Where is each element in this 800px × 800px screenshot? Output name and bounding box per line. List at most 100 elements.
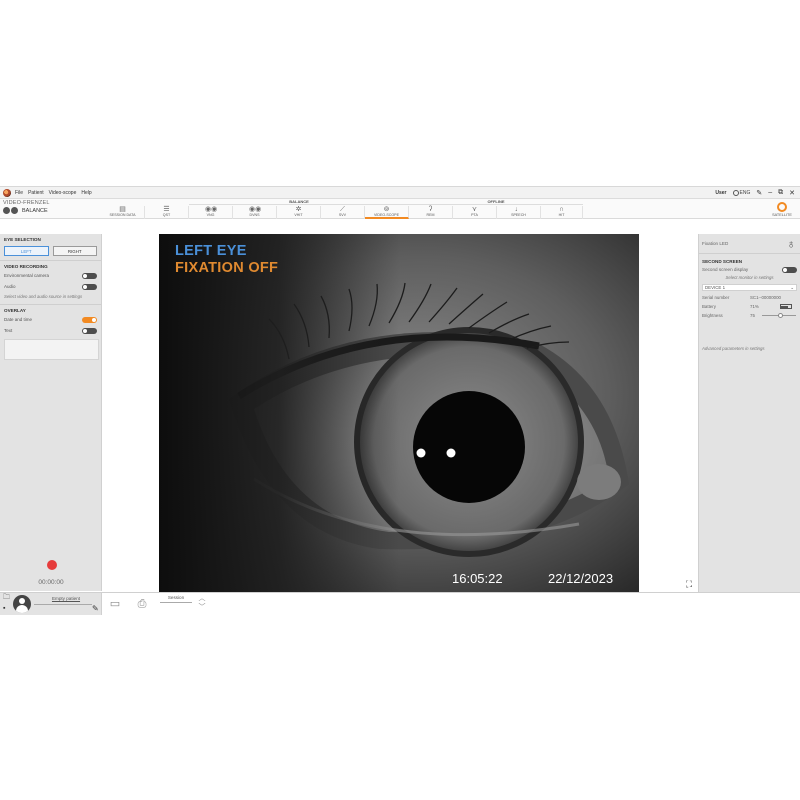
patient-box: 🗀 ▪ Empty patient ✎ (0, 593, 102, 615)
eye-selection-section: EYE SELECTION LEFT RIGHT (0, 234, 101, 261)
microphone-icon: ♩ (515, 206, 522, 213)
brightness-value: 75 (750, 313, 755, 318)
audio-row: Audio (4, 281, 97, 292)
second-screen-row: Second screen display (699, 264, 800, 275)
module-toolbar: VIDEO-FRENZEL BALANCE BALANCE OFFLINE ▤ … (0, 199, 800, 219)
goggles-icon (3, 207, 19, 214)
menu-patient[interactable]: Patient (28, 190, 44, 196)
serial-value: SC1--00000000 (750, 295, 782, 300)
brightness-slider[interactable] (761, 313, 796, 318)
pen-icon[interactable]: ✎ (92, 604, 99, 613)
fixation-led-row: Fixation LED ♁ (699, 234, 800, 254)
printer-icon[interactable]: ⎙ (134, 597, 150, 611)
eye-buttons: LEFT RIGHT (4, 246, 97, 256)
date-time-label: Date and time (4, 317, 33, 322)
fullscreen-icon[interactable]: ⛶ (684, 579, 694, 589)
tab-qst[interactable]: ☰ QST (145, 206, 189, 219)
monitor-hint: Select monitor in settings (725, 275, 774, 280)
overlay-date: 22/12/2023 (548, 571, 614, 586)
chevron-down-icon[interactable]: ﹀ (197, 603, 207, 612)
left-eye-button[interactable]: LEFT (4, 246, 49, 256)
eye-selection-title: EYE SELECTION (4, 237, 41, 242)
advanced-hint: Advanced parameters in settings (702, 346, 765, 351)
second-screen-toggle[interactable] (782, 266, 797, 273)
overlay-time: 16:05:22 (452, 571, 503, 586)
date-time-toggle[interactable] (82, 316, 97, 323)
tab-hit[interactable]: ∩ HIT (541, 206, 583, 219)
list-icon: ☰ (163, 206, 170, 213)
patient-avatar-icon[interactable] (13, 595, 31, 613)
device-select[interactable]: DEVICE 1 ⌄ (702, 284, 797, 291)
tab-vng[interactable]: ◉◉ VNG (189, 206, 233, 219)
satellite-icon (777, 202, 787, 212)
video-recording-title: VIDEO RECORDING (4, 264, 48, 269)
close-button[interactable]: ✕ (789, 189, 795, 197)
tab-svv[interactable]: ⟋ SVV (321, 206, 365, 219)
audio-label: Audio (4, 284, 16, 289)
overlay-fixation-label: FIXATION OFF (175, 260, 279, 276)
video-scope-icon: ⊚ (383, 206, 390, 213)
right-panel: Fixation LED ♁ SECOND SCREEN Second scre… (698, 234, 800, 592)
tab-rem[interactable]: ʔ REM (409, 206, 453, 219)
recording-timer: 00:00:00 (38, 579, 64, 586)
lightbulb-icon[interactable]: ♁ (785, 237, 797, 251)
mode-balance: BALANCE (3, 207, 101, 214)
session-divider (160, 602, 192, 603)
patient-divider (34, 604, 92, 605)
group-label-balance: BALANCE (189, 199, 409, 205)
battery-label: Battery (702, 304, 716, 309)
second-screen-section: SECOND SCREEN Second screen display Sele… (699, 254, 800, 280)
tab-pta[interactable]: ⋎ PTA (453, 206, 497, 219)
record-button[interactable] (47, 560, 57, 570)
vng-goggles-icon: ◉◉ (205, 206, 218, 213)
menu-video-scope[interactable]: Video-scope (49, 190, 77, 196)
env-camera-label: Environmental camera (4, 273, 50, 278)
minimize-button[interactable]: – (768, 189, 772, 196)
video-area: LEFT EYE FIXATION OFF 16:05:22 22/12/202… (103, 234, 697, 592)
eye-video-feed: LEFT EYE FIXATION OFF 16:05:22 22/12/202… (159, 234, 639, 592)
serial-row: Serial number SC1--00000000 (699, 293, 800, 302)
mode-label: BALANCE (22, 207, 48, 214)
tray-icon[interactable]: ▭ (107, 597, 123, 611)
satellite-button[interactable]: SATELLITE (768, 202, 796, 217)
edit-icon[interactable]: ✎ (756, 189, 762, 197)
text-toggle[interactable] (82, 327, 97, 334)
mode-selector[interactable]: VIDEO-FRENZEL BALANCE (3, 200, 101, 218)
mode-title: VIDEO-FRENZEL (3, 200, 50, 206)
ear-icon: ʔ (428, 206, 433, 213)
folder-icon[interactable]: 🗀 (3, 594, 11, 601)
battery-icon (779, 304, 792, 309)
session-navigation: ︿ ﹀ (197, 594, 207, 614)
brightness-row: Brightness 75 (699, 311, 800, 320)
right-eye-button[interactable]: RIGHT (52, 246, 97, 256)
language-selector[interactable]: ENG (732, 189, 750, 196)
source-hint: Select video and audio source in setting… (4, 294, 83, 299)
chevron-down-icon: ⌄ (790, 284, 794, 290)
eye-image (159, 234, 639, 592)
brightness-label: Brightness (702, 313, 723, 318)
chevron-up-icon[interactable]: ︿ (197, 594, 207, 603)
restore-button[interactable]: ⧉ (778, 189, 783, 197)
dvns-goggles-icon: ◉◉ (249, 206, 262, 213)
session-label: Session (167, 595, 185, 600)
bottom-bar: 🗀 ▪ Empty patient ✎ ▭ ⎙ Session ︿ ﹀ (0, 592, 800, 615)
menu-bar: File Patient Video-scope Help User ENG ✎… (0, 187, 800, 199)
menu-file[interactable]: File (15, 190, 23, 196)
env-camera-toggle[interactable] (82, 272, 97, 279)
menu-help[interactable]: Help (81, 190, 91, 196)
tab-dvns[interactable]: ◉◉ DVNS (233, 206, 277, 219)
text-label: Text (4, 328, 13, 333)
overlay-text-input[interactable] (4, 339, 99, 360)
menubar-right: User ENG ✎ – ⧉ ✕ (715, 189, 800, 197)
serial-label: Serial number (702, 295, 730, 300)
save-icon[interactable]: ▪ (3, 605, 11, 613)
tab-speech[interactable]: ♩ SPEECH (497, 206, 541, 219)
tab-vhit[interactable]: ✲ VHIT (277, 206, 321, 219)
user-label[interactable]: User (715, 190, 726, 196)
audio-toggle[interactable] (82, 283, 97, 290)
battery-status: 71% (750, 304, 797, 309)
clipboard-icon: ▤ (119, 206, 126, 213)
tab-video-scope[interactable]: ⊚ VIDEO-SCOPE (365, 206, 409, 219)
patient-link[interactable]: Empty patient (34, 596, 98, 601)
tab-session-data[interactable]: ▤ SESSION DATA (101, 206, 145, 219)
